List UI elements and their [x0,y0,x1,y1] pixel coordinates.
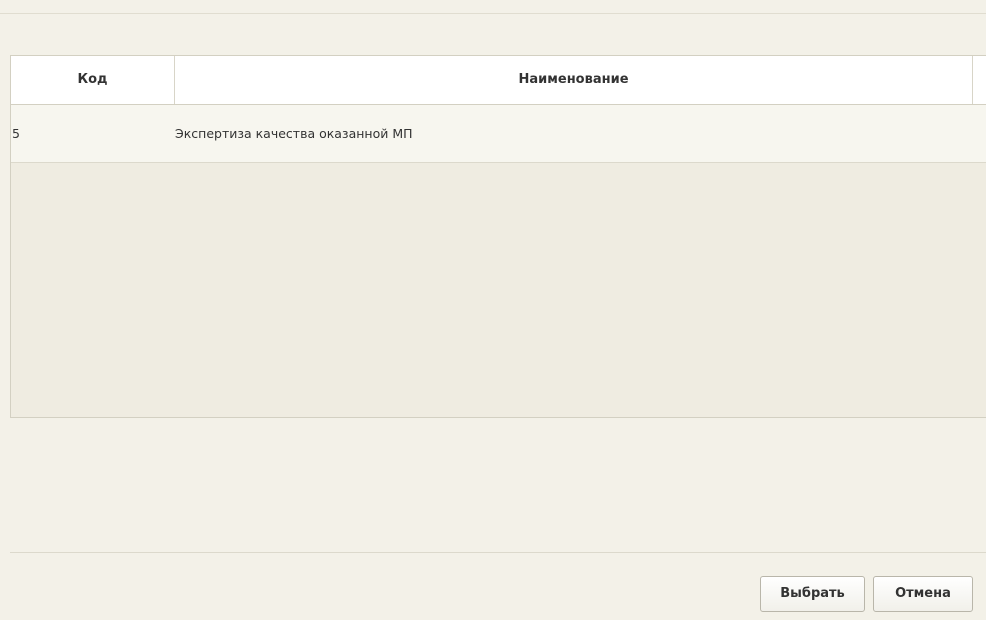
top-divider [0,13,986,14]
results-grid: Код Наименование 5 Экспертиза качества о… [10,55,986,418]
grid-header: Код Наименование [11,56,986,105]
row-code-cell: 5 [12,126,20,141]
select-button[interactable]: Выбрать [760,576,865,612]
row-name-cell: Экспертиза качества оказанной МП [175,126,413,141]
table-row[interactable]: 5 Экспертиза качества оказанной МП [11,105,986,163]
column-header-code[interactable]: Код [11,56,175,104]
cancel-button[interactable]: Отмена [873,576,973,612]
footer-divider [10,552,986,553]
column-header-name[interactable]: Наименование [175,56,973,104]
